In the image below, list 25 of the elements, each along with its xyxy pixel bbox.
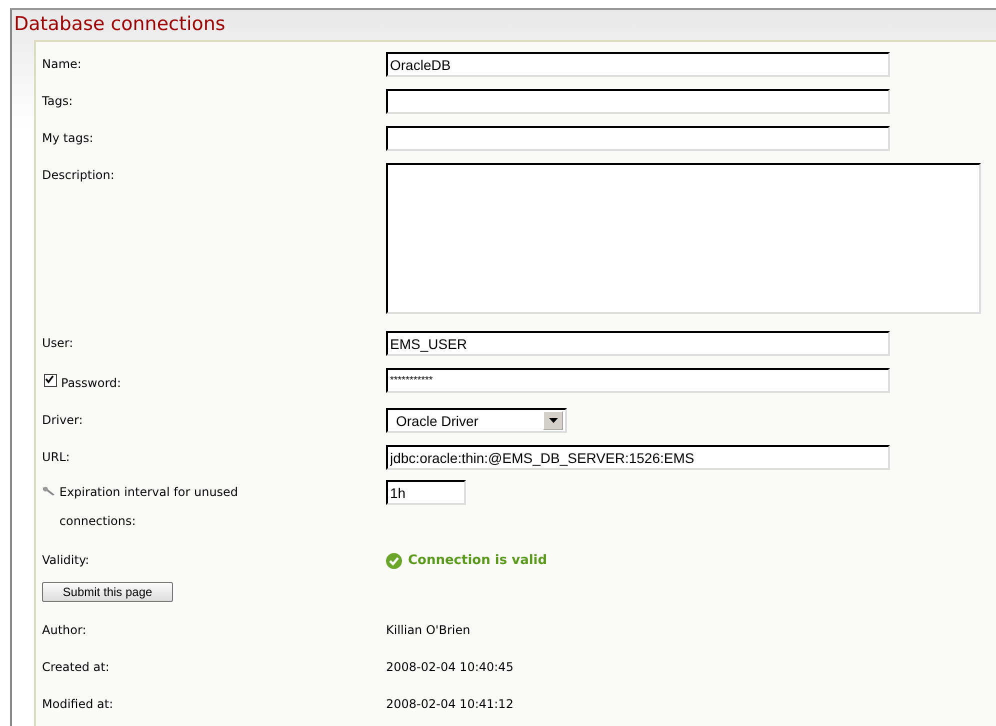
field-label: Validity:: [42, 552, 90, 569]
info-value: Killian O'Brien: [386, 622, 470, 639]
input-field[interactable]: 1h: [386, 480, 466, 505]
info-label: Created at:: [42, 659, 110, 676]
field-label: Name:: [42, 56, 82, 73]
field-label: Driver:: [42, 412, 83, 429]
field-label: Tags:: [42, 93, 73, 110]
driver-dropdown[interactable]: Oracle Driver: [386, 408, 567, 433]
info-value: 2008-02-04 10:41:12: [386, 696, 514, 713]
status-text: Connection is valid: [408, 552, 548, 570]
info-label: Author:: [42, 622, 88, 639]
submit-button[interactable]: Submit this page: [42, 582, 173, 602]
field-label: My tags:: [42, 130, 94, 147]
input-field[interactable]: OracleDB: [386, 52, 890, 77]
field-label: Expiration interval for unused connections:: [59, 484, 240, 530]
field-label: User:: [42, 335, 74, 352]
info-label: Modified at:: [42, 696, 114, 713]
field-label: Description:: [42, 167, 114, 184]
password-field[interactable]: ***********: [386, 368, 890, 393]
input-field[interactable]: jdbc:oracle:thin:@EMS_DB_SERVER:1526:EMS: [386, 445, 890, 470]
input-field[interactable]: EMS_USER: [386, 331, 890, 356]
field-label: Password:: [61, 375, 122, 392]
field-label: URL:: [42, 449, 70, 466]
info-value: 2008-02-04 10:40:45: [386, 659, 514, 676]
page-title: Database connections: [13, 12, 226, 37]
